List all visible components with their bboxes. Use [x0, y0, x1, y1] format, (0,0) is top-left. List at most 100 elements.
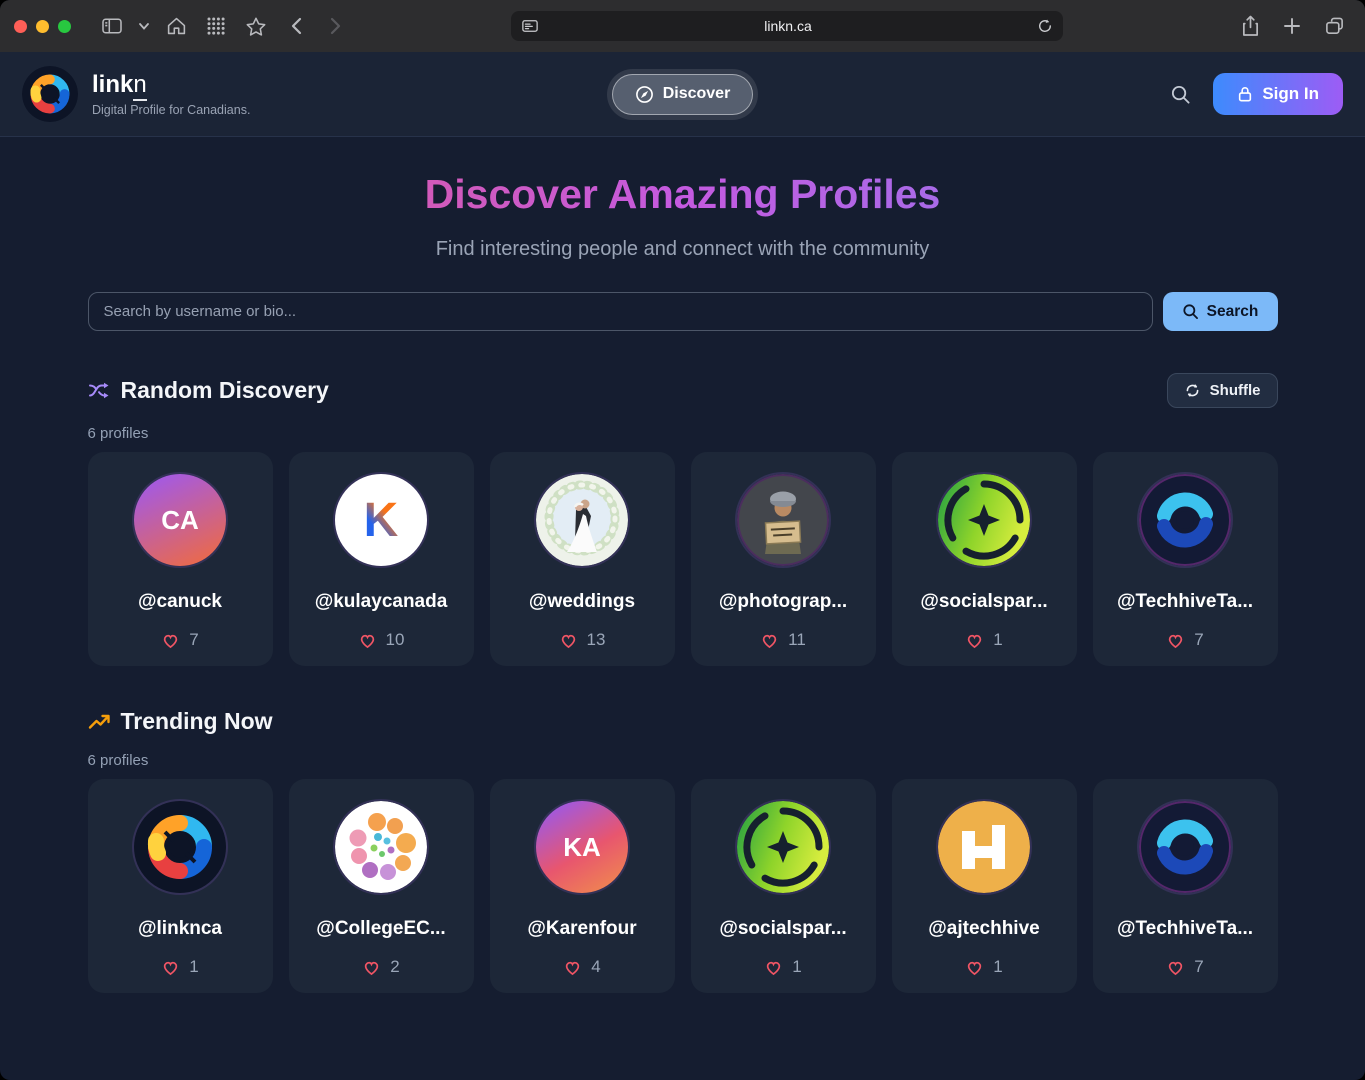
heart-icon: [358, 631, 377, 649]
section-trending-now: Trending Now 6 profiles @linknca 1: [88, 708, 1278, 993]
avatar-socialsparkle: [737, 801, 829, 893]
nav-discover-label: Discover: [663, 85, 731, 103]
sign-in-label: Sign In: [1262, 84, 1319, 104]
profile-card[interactable]: @photograp... 11: [691, 452, 876, 666]
profile-username: @socialspar...: [719, 918, 846, 940]
profile-username: @ajtechhive: [928, 918, 1039, 940]
avatar-techhive: [1139, 801, 1231, 893]
browser-toolbar: linkn.ca: [0, 0, 1365, 52]
profile-card[interactable]: @CollegeEC... 2: [289, 779, 474, 993]
profile-username: @linknca: [138, 918, 222, 940]
page-subtitle: Find interesting people and connect with…: [88, 238, 1278, 261]
new-tab-icon[interactable]: [1275, 11, 1309, 41]
refresh-icon: [1184, 382, 1201, 399]
shuffle-button-label: Shuffle: [1210, 382, 1261, 399]
heart-icon: [161, 631, 180, 649]
like-count: 4: [591, 957, 600, 977]
home-icon[interactable]: [159, 11, 193, 41]
profile-card[interactable]: @TechhiveTa... 7: [1093, 779, 1278, 993]
avatar-weddings: [536, 474, 628, 566]
brand-tagline: Digital Profile for Canadians.: [92, 103, 250, 117]
sign-in-button[interactable]: Sign In: [1213, 73, 1343, 115]
minimize-window-button[interactable]: [36, 20, 49, 33]
profile-count: 6 profiles: [88, 425, 1278, 442]
profile-card[interactable]: @socialspar... 1: [892, 452, 1077, 666]
back-icon[interactable]: [279, 11, 313, 41]
profile-username: @CollegeEC...: [316, 918, 445, 940]
sidebar-chevron-icon[interactable]: [135, 11, 153, 41]
avatar-socialsparkle: [938, 474, 1030, 566]
section-title: Trending Now: [121, 708, 273, 735]
zoom-window-button[interactable]: [58, 20, 71, 33]
shuffle-button[interactable]: Shuffle: [1167, 373, 1278, 408]
heart-icon: [362, 958, 381, 976]
avatar-college: [335, 801, 427, 893]
shuffle-section-icon: [88, 380, 111, 401]
browser-window: linkn.ca: [0, 0, 1365, 1080]
brand-suffix: n: [133, 71, 146, 101]
profile-card[interactable]: @TechhiveTa... 7: [1093, 452, 1278, 666]
page-content: Discover Amazing Profiles Find interesti…: [0, 137, 1365, 1080]
avatar-canuck: CA: [134, 474, 226, 566]
site-header: linkn Digital Profile for Canadians. Dis…: [0, 52, 1365, 137]
profile-card[interactable]: K @kulaycanada 10: [289, 452, 474, 666]
profile-card[interactable]: CA @canuck 7: [88, 452, 273, 666]
search-button[interactable]: Search: [1163, 292, 1278, 331]
profile-username: @canuck: [138, 591, 222, 613]
lock-icon: [1237, 85, 1253, 103]
heart-icon: [161, 958, 180, 976]
heart-icon: [563, 958, 582, 976]
like-count: 10: [386, 630, 405, 650]
profile-card[interactable]: KA @Karenfour 4: [490, 779, 675, 993]
avatar-photographer: [737, 474, 829, 566]
profile-card[interactable]: @weddings 13: [490, 452, 675, 666]
url-text: linkn.ca: [539, 18, 1037, 34]
nav-discover-button[interactable]: Discover: [612, 74, 754, 115]
profile-username: @TechhiveTa...: [1117, 918, 1253, 940]
heart-icon: [1166, 958, 1185, 976]
heart-icon: [760, 631, 779, 649]
share-icon[interactable]: [1233, 11, 1267, 41]
search-button-label: Search: [1207, 303, 1259, 321]
search-icon: [1182, 303, 1199, 320]
profile-username: @weddings: [529, 591, 635, 613]
like-count: 13: [587, 630, 606, 650]
sidebar-toggle-icon[interactable]: [95, 11, 129, 41]
like-count: 1: [993, 957, 1002, 977]
favorites-star-icon[interactable]: [239, 11, 273, 41]
heart-icon: [965, 631, 984, 649]
profile-username: @TechhiveTa...: [1117, 591, 1253, 613]
avatar-karenfour: KA: [536, 801, 628, 893]
traffic-lights: [14, 20, 71, 33]
tab-overview-icon[interactable]: [1317, 11, 1351, 41]
avatar-kulaycanada: K: [335, 474, 427, 566]
profile-username: @Karenfour: [527, 918, 636, 940]
like-count: 1: [792, 957, 801, 977]
profile-card[interactable]: @linknca 1: [88, 779, 273, 993]
profile-card[interactable]: @socialspar... 1: [691, 779, 876, 993]
site-logo[interactable]: [22, 66, 78, 122]
compass-icon: [635, 85, 654, 104]
profile-username: @socialspar...: [920, 591, 1047, 613]
profile-username: @kulaycanada: [315, 591, 448, 613]
profile-username: @photograp...: [719, 591, 847, 613]
forward-icon[interactable]: [319, 11, 353, 41]
app-grid-icon[interactable]: [199, 11, 233, 41]
like-count: 7: [189, 630, 198, 650]
like-count: 11: [788, 630, 806, 650]
profile-count: 6 profiles: [88, 752, 1278, 769]
reader-view-icon[interactable]: [521, 18, 539, 34]
profile-card[interactable]: @ajtechhive 1: [892, 779, 1077, 993]
brand-name: linkn: [92, 72, 250, 98]
like-count: 7: [1194, 630, 1203, 650]
search-input[interactable]: [88, 292, 1153, 331]
heart-icon: [965, 958, 984, 976]
reload-icon[interactable]: [1037, 18, 1053, 34]
header-search-icon[interactable]: [1170, 84, 1191, 105]
like-count: 1: [993, 630, 1002, 650]
heart-icon: [559, 631, 578, 649]
close-window-button[interactable]: [14, 20, 27, 33]
address-bar[interactable]: linkn.ca: [511, 11, 1063, 41]
trending-up-icon: [88, 712, 111, 732]
page-title: Discover Amazing Profiles: [88, 171, 1278, 218]
